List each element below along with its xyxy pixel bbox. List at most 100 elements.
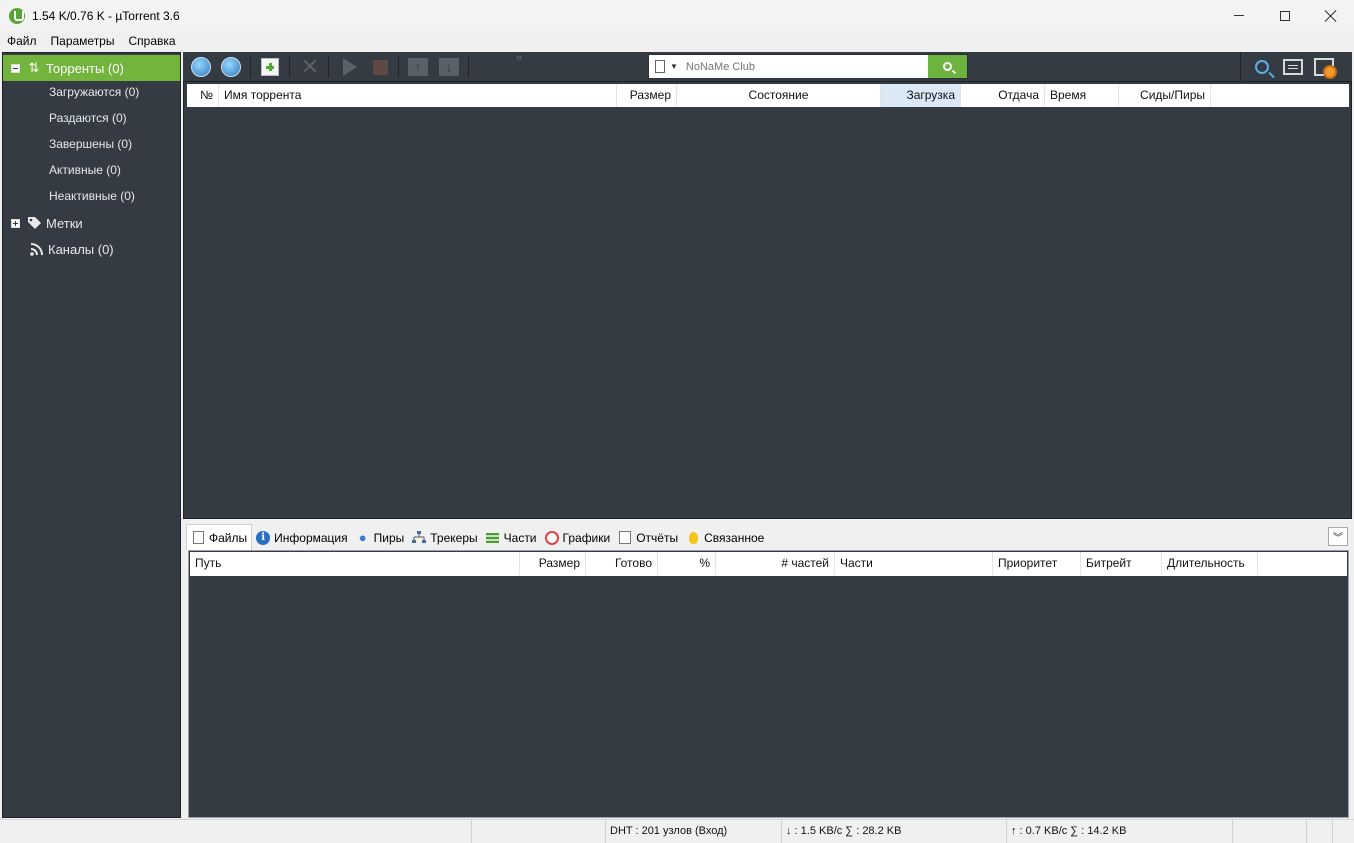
sidebar-item-seeding[interactable]: Раздаются (0) (3, 105, 180, 131)
column-path[interactable]: Путь (190, 552, 520, 575)
close-icon (1325, 10, 1337, 22)
remote-button[interactable] (1281, 55, 1305, 79)
column-eta[interactable]: Время (1045, 84, 1119, 107)
search-icon (943, 62, 952, 71)
minimize-button[interactable] (1216, 0, 1262, 31)
start-button[interactable] (338, 55, 362, 79)
column-priority[interactable]: Приоритет (993, 552, 1081, 575)
toolbar-overflow-button[interactable]: » (516, 52, 522, 64)
add-torrent-url-button[interactable] (189, 55, 213, 79)
column-name[interactable]: Имя торрента (219, 84, 617, 107)
sidebar-item-completed[interactable]: Завершены (0) (3, 131, 180, 157)
title-bar: 1.54 K/0.76 K - µTorrent 3.6 (0, 0, 1354, 31)
column-bitrate[interactable]: Битрейт (1081, 552, 1162, 575)
status-cell-empty (1307, 820, 1333, 843)
sidebar-item-torrents[interactable]: ⇅ Торренты (0) (3, 55, 180, 81)
toolbar-divider (468, 56, 469, 78)
sidebar-item-active[interactable]: Активные (0) (3, 157, 180, 183)
maximize-icon (1280, 10, 1290, 21)
move-up-queue-button[interactable]: ↑ (406, 55, 430, 79)
play-icon (343, 58, 357, 76)
column-pieces[interactable]: Части (835, 552, 993, 575)
tab-label: Файлы (209, 530, 248, 545)
column-piece-count[interactable]: # частей (716, 552, 835, 575)
column-done[interactable]: Готово (586, 552, 658, 575)
torrent-list[interactable]: № Имя торрента Размер Состояние Загрузка… (183, 81, 1352, 519)
globe-link-icon (221, 57, 241, 77)
add-torrent-button[interactable] (258, 55, 282, 79)
status-cell-empty (1333, 820, 1354, 843)
maximize-button[interactable] (1262, 0, 1308, 31)
search-provider-icon[interactable] (655, 60, 665, 73)
plus-icon (261, 58, 279, 76)
sidebar-item-feeds[interactable]: Каналы (0) (3, 236, 180, 262)
expand-toggle-icon[interactable] (11, 218, 20, 228)
magnifier-icon (1255, 60, 1269, 74)
remove-x-icon: ✕ (300, 54, 320, 79)
sidebar-item-downloading[interactable]: Загружаются (0) (3, 79, 180, 105)
column-file-size[interactable]: Размер (520, 552, 586, 575)
tab-graphs[interactable]: Графики (541, 525, 615, 550)
tab-related[interactable]: Связанное (682, 525, 768, 550)
menu-help[interactable]: Справка (121, 31, 182, 51)
menu-options[interactable]: Параметры (44, 31, 122, 51)
column-status[interactable]: Состояние (677, 84, 881, 107)
files-list-header: Путь Размер Готово % # частей Части Прио… (190, 552, 1347, 576)
sidebar-item-inactive[interactable]: Неактивные (0) (3, 183, 180, 209)
sidebar-item-label: Каналы (0) (48, 241, 114, 257)
trackers-icon (412, 531, 427, 545)
sidebar-item-label: Неактивные (0) (49, 189, 135, 203)
dropdown-caret-icon[interactable]: ▼ (670, 62, 678, 71)
collapse-details-button[interactable]: ︾ (1328, 527, 1348, 546)
tab-label: Пиры (373, 530, 405, 545)
menu-file[interactable]: Файл (0, 31, 44, 51)
status-download[interactable]: ↓ : 1.5 KB/с ∑ : 28.2 KB (782, 820, 1007, 843)
status-cell-empty (0, 820, 472, 843)
column-duration[interactable]: Длительность (1162, 552, 1258, 575)
status-dht[interactable]: DHT : 201 узлов (Вход) (606, 820, 782, 843)
tab-label: Трекеры (430, 530, 478, 545)
move-down-queue-button[interactable]: ↓ (437, 55, 461, 79)
sidebar-item-label: Торренты (0) (46, 60, 124, 76)
utorrent-window: 1.54 K/0.76 K - µTorrent 3.6 Файл Параме… (0, 0, 1354, 843)
collapse-toggle-icon[interactable] (11, 63, 20, 73)
close-button[interactable] (1308, 0, 1354, 31)
toolbar-divider (250, 56, 251, 78)
tab-trackers[interactable]: Трекеры (408, 525, 481, 550)
tab-info[interactable]: i Информация (252, 525, 351, 550)
find-button[interactable] (1250, 55, 1274, 79)
remove-torrent-button[interactable]: ✕ (298, 55, 322, 79)
search-button[interactable] (928, 55, 967, 78)
tab-label: Графики (562, 530, 611, 545)
tab-peers[interactable]: ● Пиры (352, 525, 409, 550)
torrent-list-header: № Имя торрента Размер Состояние Загрузка… (187, 84, 1349, 107)
column-number[interactable]: № (187, 84, 219, 107)
column-percent[interactable]: % (658, 552, 716, 575)
graphs-icon (544, 530, 559, 545)
tab-files[interactable]: Файлы (186, 524, 253, 550)
toolbar-divider (398, 56, 399, 78)
tab-pieces[interactable]: Части (482, 525, 541, 550)
sidebar-item-label: Активные (0) (49, 163, 121, 177)
settings-gear-icon (1314, 58, 1337, 79)
create-torrent-button[interactable] (219, 55, 243, 79)
tab-label: Части (503, 530, 537, 545)
column-download[interactable]: Загрузка (881, 84, 961, 107)
menu-bar: Файл Параметры Справка (0, 31, 1354, 51)
sidebar-item-labels[interactable]: Метки (3, 210, 180, 236)
column-seeds-peers[interactable]: Сиды/Пиры (1119, 84, 1211, 107)
files-list[interactable]: Путь Размер Готово % # частей Части Прио… (188, 550, 1349, 818)
tab-logger[interactable]: Отчёты (614, 525, 682, 550)
remote-screen-icon (1283, 59, 1303, 75)
stop-button[interactable] (368, 55, 392, 79)
status-upload[interactable]: ↑ : 0.7 KB/с ∑ : 14.2 KB (1007, 820, 1233, 843)
search-input[interactable] (685, 60, 916, 73)
toolbar-divider (289, 56, 290, 78)
column-upload[interactable]: Отдача (961, 84, 1045, 107)
sidebar-item-label: Загружаются (0) (49, 85, 140, 99)
search-box: ▼ (648, 54, 968, 79)
main-toolbar: ✕ ↑ ↓ » ▼ (183, 52, 1352, 81)
tag-icon (26, 215, 42, 231)
preferences-button[interactable] (1312, 55, 1337, 79)
column-size[interactable]: Размер (617, 84, 677, 107)
